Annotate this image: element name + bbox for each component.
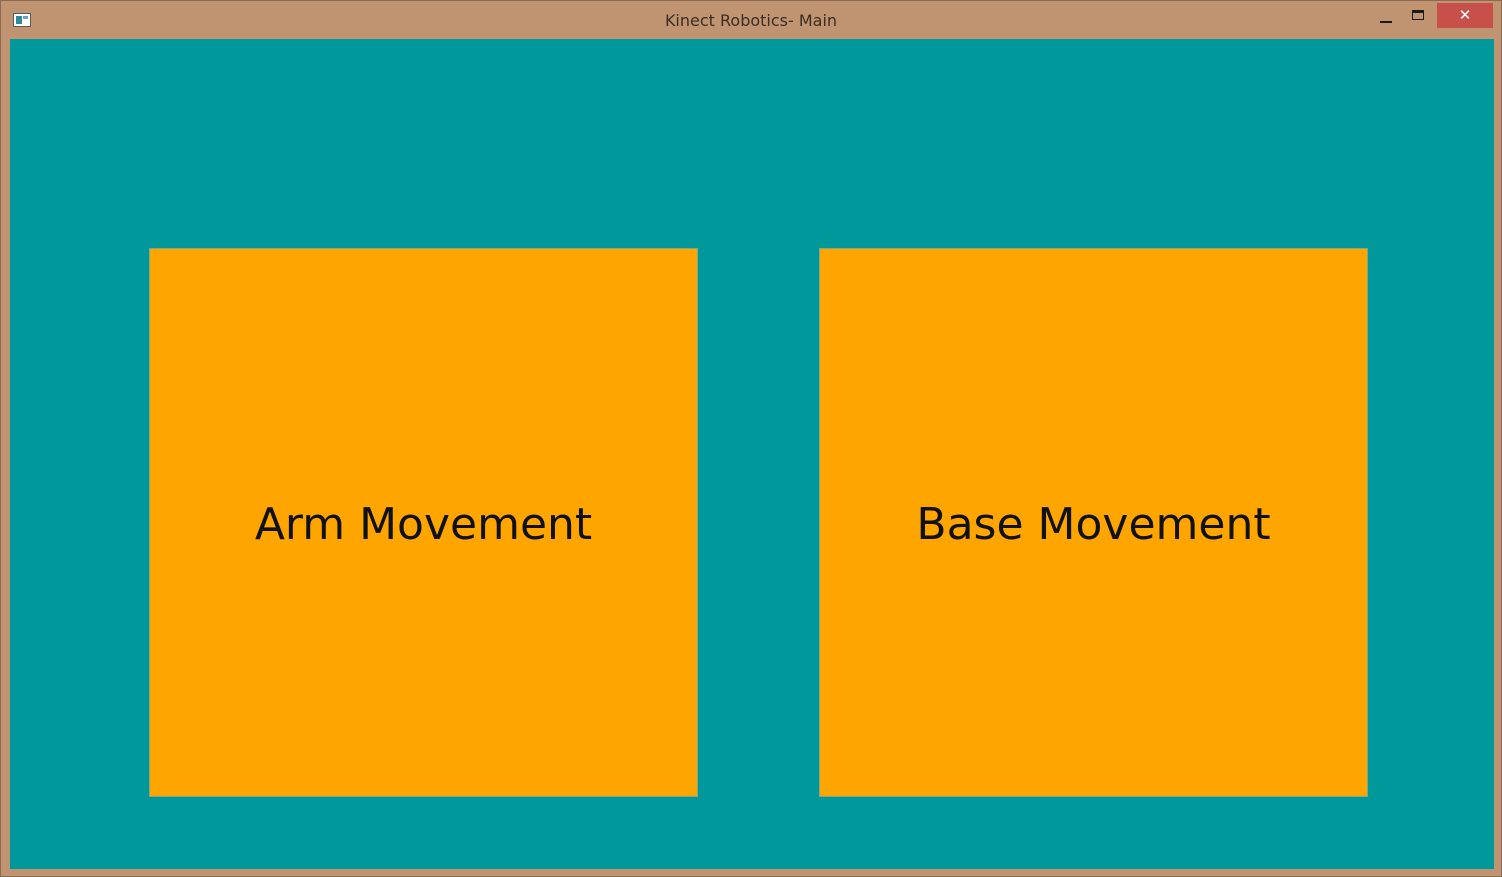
maximize-button[interactable] [1403, 3, 1435, 29]
close-icon: ✕ [1458, 6, 1472, 24]
minimize-icon [1380, 21, 1392, 23]
base-movement-button[interactable]: Base Movement [819, 248, 1368, 797]
main-content: Arm Movement Base Movement [10, 39, 1494, 869]
title-bar[interactable]: Kinect Robotics- Main ✕ [1, 1, 1501, 39]
arm-movement-button[interactable]: Arm Movement [149, 248, 698, 797]
maximize-icon [1412, 10, 1424, 20]
window-title: Kinect Robotics- Main [664, 11, 838, 30]
app-window: Kinect Robotics- Main ✕ Arm Movement Bas… [0, 0, 1502, 877]
base-movement-label: Base Movement [916, 499, 1271, 550]
close-button[interactable]: ✕ [1437, 3, 1493, 28]
arm-movement-label: Arm Movement [254, 499, 593, 550]
minimize-button[interactable] [1369, 3, 1403, 29]
